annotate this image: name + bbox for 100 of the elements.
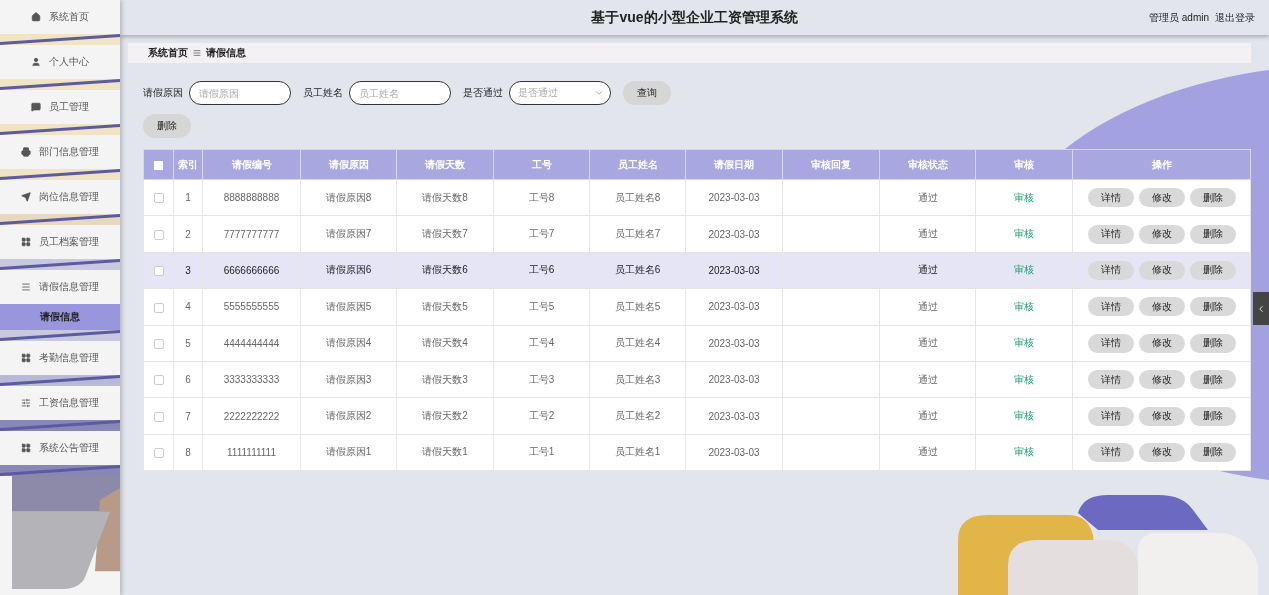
table-row[interactable]: 2 7777777777 请假原因7 请假天数7 工号7 员工姓名7 2023-03-03 通过 审核 详情 修改 删除	[143, 215, 1251, 253]
action-button[interactable]: 删除	[1189, 260, 1236, 280]
action-button[interactable]: 详情	[1087, 297, 1134, 317]
menu-item[interactable]: 考勤信息管理	[0, 341, 120, 375]
action-button[interactable]: 修改	[1138, 442, 1185, 462]
table-cell: 7	[185, 410, 191, 422]
action-button[interactable]: 删除	[1189, 188, 1236, 208]
column-header: 员工姓名	[617, 158, 658, 170]
search-button[interactable]: 查询	[623, 81, 671, 105]
checkbox[interactable]	[153, 193, 164, 204]
chevron-down-icon	[594, 88, 604, 98]
table-cell: 员工姓名6	[614, 264, 661, 276]
table-cell: 请假原因5	[325, 300, 372, 312]
table-cell: 员工姓名8	[614, 191, 661, 203]
table-cell: 5555555555	[223, 301, 280, 313]
checkbox[interactable]	[153, 411, 164, 422]
checkbox[interactable]	[153, 448, 164, 459]
column-header: 工号	[531, 158, 552, 170]
action-button[interactable]: 详情	[1087, 224, 1134, 244]
field-label: 员工姓名	[303, 86, 343, 100]
action-button[interactable]: 详情	[1087, 406, 1134, 426]
action-button[interactable]: 修改	[1138, 188, 1185, 208]
table-cell: 2023-03-03	[708, 374, 760, 386]
action-button[interactable]: 详情	[1087, 442, 1134, 462]
input-field[interactable]: 员工姓名	[349, 81, 451, 105]
table-cell: 请假原因3	[325, 373, 372, 385]
checkbox[interactable]	[154, 160, 163, 170]
action-button[interactable]: 删除	[1189, 333, 1236, 353]
menu-item[interactable]: 部门信息管理	[0, 135, 120, 169]
table-cell: 请假天数2	[422, 410, 468, 422]
checkbox[interactable]	[153, 302, 164, 313]
table-cell: 3333333333	[223, 374, 280, 386]
audit-link[interactable]: 审核	[1014, 446, 1034, 458]
table-cell: 请假天数4	[422, 337, 468, 349]
table-cell: 通过	[917, 337, 938, 349]
table-cell: 2	[185, 228, 191, 240]
menu-item[interactable]: 岗位信息管理	[0, 180, 120, 214]
table-row[interactable]: 1 8888888888 请假原因8 请假天数8 工号8 员工姓名8 2023-03-03 通过 审核 详情 修改 删除	[143, 179, 1251, 216]
action-button[interactable]: 详情	[1087, 260, 1134, 280]
action-button[interactable]: 修改	[1138, 333, 1185, 353]
menu-item[interactable]: 系统公告管理	[0, 431, 120, 465]
action-button[interactable]: 修改	[1138, 370, 1185, 390]
action-button[interactable]: 修改	[1138, 406, 1185, 426]
action-button[interactable]: 删除	[1189, 297, 1236, 317]
action-button[interactable]: 详情	[1087, 333, 1134, 353]
table-cell: 员工姓名5	[614, 300, 661, 312]
breadcrumb-link[interactable]: 请假信息	[206, 46, 246, 60]
column-header: 请假原因	[328, 158, 369, 170]
table-cell: 请假原因6	[325, 264, 372, 276]
audit-link[interactable]: 审核	[1014, 191, 1034, 203]
submenu-item[interactable]: 请假信息	[0, 304, 120, 330]
menu-item[interactable]: 个人中心	[0, 45, 120, 79]
menu-item[interactable]: 员工管理	[0, 90, 120, 124]
delete-button[interactable]: 删除	[143, 114, 191, 138]
table-cell: 2023-03-03	[708, 301, 760, 313]
table-row[interactable]: 4 5555555555 请假原因5 请假天数5 工号5 员工姓名5 2023-03-03 通过 审核 详情 修改 删除	[143, 288, 1251, 326]
action-button[interactable]: 删除	[1189, 370, 1236, 390]
table-cell: 请假原因8	[325, 191, 372, 203]
table-row[interactable]: 3 6666666666 请假原因6 请假天数6 工号6 员工姓名6 2023-03-03 通过 审核 详情 修改 删除	[143, 252, 1251, 289]
audit-link[interactable]: 审核	[1014, 337, 1034, 349]
table-row[interactable]: 8 1111111111 请假原因1 请假天数1 工号1 员工姓名1 2023-03-03 通过 审核 详情 修改 删除	[143, 434, 1251, 471]
checkbox[interactable]	[153, 375, 164, 386]
table-row[interactable]: 7 2222222222 请假原因2 请假天数2 工号2 员工姓名2 2023-03-03 通过 审核 详情 修改 删除	[143, 397, 1251, 435]
checkbox[interactable]	[153, 229, 164, 240]
logout-link[interactable]: 退出登录	[1215, 11, 1255, 25]
menu-item[interactable]: 请假信息管理	[0, 270, 120, 304]
checkbox[interactable]	[153, 266, 164, 277]
action-button[interactable]: 修改	[1138, 224, 1185, 244]
audit-link[interactable]: 审核	[1014, 410, 1034, 422]
menu-item[interactable]: 工资信息管理	[0, 386, 120, 420]
table-cell: 工号7	[528, 228, 555, 240]
table-cell: 5	[185, 337, 191, 349]
table-cell: 2023-03-03	[708, 446, 760, 458]
checkbox[interactable]	[153, 338, 164, 349]
action-button[interactable]: 删除	[1189, 442, 1236, 462]
table-cell: 工号2	[528, 410, 555, 422]
audit-link[interactable]: 审核	[1014, 228, 1034, 240]
column-header: 操作	[1151, 158, 1172, 170]
action-button[interactable]: 修改	[1138, 297, 1185, 317]
input-field[interactable]: 请假原因	[189, 81, 291, 105]
table-cell: 2023-03-03	[708, 264, 760, 276]
action-button[interactable]: 修改	[1138, 260, 1185, 280]
action-button[interactable]: 删除	[1189, 224, 1236, 244]
menu-item[interactable]: 员工档案管理	[0, 225, 120, 259]
table-row[interactable]: 6 3333333333 请假原因3 请假天数3 工号3 员工姓名3 2023-03-03 通过 审核 详情 修改 删除	[143, 361, 1251, 398]
action-button[interactable]: 详情	[1087, 370, 1134, 390]
action-button[interactable]: 删除	[1189, 406, 1236, 426]
audit-link[interactable]: 审核	[1014, 373, 1034, 385]
audit-link[interactable]: 审核	[1014, 300, 1034, 312]
table-cell: 工号3	[528, 373, 555, 385]
collapse-tab[interactable]	[1253, 292, 1269, 325]
menu-item[interactable]: 系统首页	[0, 0, 120, 34]
table-row[interactable]: 5 4444444444 请假原因4 请假天数4 工号4 员工姓名4 2023-03-03 通过 审核 详情 修改 删除	[143, 325, 1251, 362]
column-header: 请假编号	[231, 158, 272, 170]
table-cell: 6666666666	[223, 264, 280, 276]
breadcrumb-link[interactable]: 系统首页	[148, 46, 188, 60]
table-cell: 请假天数5	[422, 300, 468, 312]
table-cell: 8	[185, 446, 191, 458]
table-cell: 请假天数6	[422, 264, 468, 276]
action-button[interactable]: 详情	[1087, 188, 1134, 208]
